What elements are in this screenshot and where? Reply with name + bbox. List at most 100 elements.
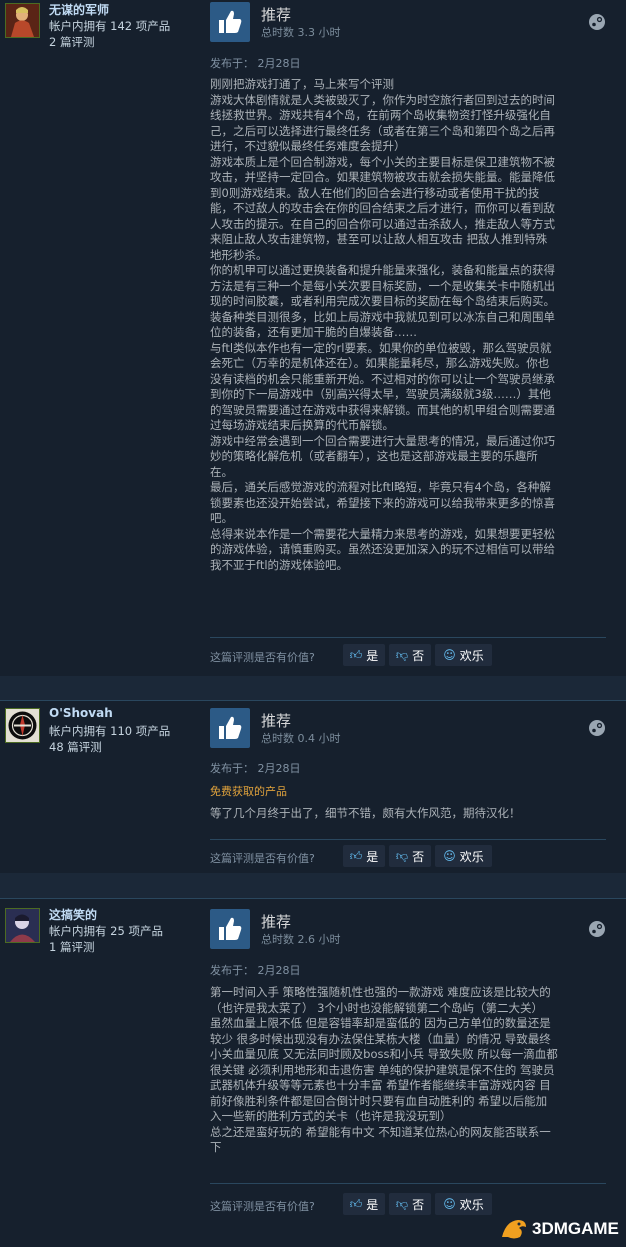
review-text-line: 前好像胜利条件都是回合倒计时只要有血自动胜利的 希望以后能加 [210, 1093, 548, 1108]
vote-yes-button[interactable]: 👍︎ 是 [343, 644, 385, 666]
avatar[interactable] [5, 708, 40, 743]
helpful-question: 这篇评测是否有价值? [210, 651, 315, 664]
review-text-line: 位的装备，还有更加干脆的自爆装备…… [210, 325, 417, 339]
review-text-line: 没有读档的机会只能重新开始。不过相对的你可以让一个驾驶员继承 [210, 371, 555, 386]
review-text: 刚刚把游戏打通了，马上来写个评测 游戏大体剧情就是人类被毁灭了，你作为时空旅行者回… [210, 77, 606, 573]
review-text: 等了几个月终于出了，细节不错，颇有大作风范，期待汉化！ [210, 806, 606, 822]
review-text-line: 总之还是蛮好玩的 希望能有中文 不知道某位热心的网友能否联系一 [210, 1124, 551, 1139]
review-text-line: 入一些新的胜利方式的关卡（也许是我没玩到） [210, 1109, 452, 1123]
review-count[interactable]: 48 篇评测 [49, 739, 102, 755]
vote-no-label: 否 [412, 648, 425, 663]
products-owned: 帐户内拥有 142 项产品 [49, 19, 171, 33]
reviewer-name[interactable]: 无谋的军师 [49, 1, 109, 18]
avatar[interactable] [5, 908, 40, 943]
recommendation-label[interactable]: 推荐 [261, 911, 291, 932]
review-text-line: 总得来说本作是一个需要花大量精力来思考的游戏，如果想要更轻松 [210, 526, 555, 541]
review-text-line: 与ftl类似本作也有一定的rl要素。如果你的单位被毁，那么驾驶员就 [210, 340, 552, 355]
posted-date: 发布于： 2月28日 [210, 964, 301, 977]
thumbs-up-icon: 👍︎ [349, 1196, 363, 1211]
review-card-3: 这搞笑的 帐户内拥有 25 项产品 1 篇评测 推荐 总时数 2.6 小时 发布… [0, 899, 626, 1247]
thumbs-up-box [210, 909, 250, 949]
products-owned: 帐户内拥有 25 项产品 [49, 924, 163, 938]
review-card-1: 无谋的军师 帐户内拥有 142 项产品 2 篇评测 推荐 总时数 3.3 小时 … [0, 0, 626, 676]
smiley-icon: ☺ [443, 648, 456, 662]
review-text-line: 虽然血量上限不低 但是容错率却是蛮低的 因为己方单位的数量还是 [210, 1016, 551, 1030]
review-text-line: 最后，通关后感觉游戏的流程对比ftl略短，毕竟只有4个岛，各种解 [210, 480, 551, 494]
review-text-line: 你的机甲可以通过更换装备和提升能量来强化，装备和能量点的获得 [210, 263, 555, 277]
vote-funny-button[interactable]: ☺ 欢乐 [435, 644, 492, 666]
review-text-line: 吧。 [210, 511, 233, 525]
review-card-2: O'Shovah 帐户内拥有 110 项产品 48 篇评测 推荐 总时数 0.4… [0, 701, 626, 873]
thumbs-up-box [210, 2, 250, 42]
avatar[interactable] [5, 3, 40, 38]
products-owned: 帐户内拥有 110 项产品 [49, 724, 171, 738]
divider [210, 637, 606, 638]
smiley-icon: ☺ [443, 1197, 456, 1211]
vote-funny-button[interactable]: ☺ 欢乐 [435, 1193, 492, 1215]
vote-no-button[interactable]: 👎︎ 否 [389, 1193, 431, 1215]
vote-funny-label: 欢乐 [459, 648, 484, 663]
steam-icon [589, 921, 605, 937]
review-text-line: 游戏本质上是个回合制游戏，每个小关的主要目标是保卫建筑物不被 [210, 154, 555, 169]
vote-yes-label: 是 [366, 849, 379, 864]
review-text-line: 到0则游戏结束。敌人在他们的回合会进行移动或者使用干扰的技 [210, 185, 540, 200]
review-text-line: 第一时间入手 策略性强随机性也强的一款游戏 难度应该是比较大的 [210, 985, 551, 999]
vote-yes-button[interactable]: 👍︎ 是 [343, 1193, 385, 1215]
review-text-line: 线拯救世界。游戏共有4个岛，在前两个岛收集物资打怪升级强化自 [210, 108, 551, 122]
review-text-line: 地形秒杀。 [210, 247, 268, 262]
review-text-line: 妙的策略化解危机（或者翻车），这也是这部游戏最主要的乐趣所 [210, 449, 538, 463]
thumbs-down-icon: 👎︎ [395, 1196, 409, 1211]
vote-no-button[interactable]: 👎︎ 否 [389, 845, 431, 867]
vote-no-button[interactable]: 👎︎ 否 [389, 644, 431, 666]
playtime-hours: 总时数 3.3 小时 [261, 26, 341, 39]
recommendation-label[interactable]: 推荐 [261, 4, 291, 25]
helpful-question: 这篇评测是否有价值? [210, 852, 315, 865]
review-text-line: 较少 很多时候出现没有办法保住某栋大楼（血量）的情况 导致最终 [210, 1031, 551, 1046]
review-text-line: 刚刚把游戏打通了，马上来写个评测 [210, 77, 394, 91]
avatar-image [6, 4, 39, 37]
divider [210, 1183, 606, 1184]
dragon-logo-icon [502, 1220, 526, 1239]
thumbs-up-icon: 👍︎ [349, 848, 363, 863]
reviewer-name[interactable]: 这搞笑的 [49, 906, 97, 923]
review-text-line: 会死亡（万幸的是机体还在）。如果能量耗尽，那么游戏失败。你也 [210, 356, 550, 370]
review-text-line: 人攻击的提示。在自己的回合你可以通过击杀敌人，推走敌人等方式 [210, 216, 555, 231]
review-text-line: 攻击，并坚持一定回合。如果建筑物被攻击就会损失能量。能量降低 [210, 170, 555, 184]
review-text-line: 武器机体升级等等元素也十分丰富 希望作者能继续丰富游戏内容 目 [210, 1078, 551, 1092]
review-text-line: 在。 [210, 464, 233, 479]
free-product-tag: 免费获取的产品 [210, 785, 287, 798]
vote-yes-button[interactable]: 👍︎ 是 [343, 845, 385, 867]
vote-funny-label: 欢乐 [459, 1197, 484, 1212]
playtime-hours: 总时数 0.4 小时 [261, 732, 341, 745]
smiley-icon: ☺ [443, 849, 456, 863]
review-text-line: 锁要素也还没开始尝试，希望接下来的游戏可以给我带来更多的惊喜 [210, 495, 555, 510]
review-text-line: 游戏大体剧情就是人类被毁灭了，你作为时空旅行者回到过去的时间 [210, 92, 555, 107]
review-count[interactable]: 1 篇评测 [49, 939, 94, 955]
reviewer-name[interactable]: O'Shovah [49, 706, 113, 720]
review-text-line: 下 [210, 1140, 222, 1154]
helpful-question: 这篇评测是否有价值? [210, 1200, 315, 1213]
review-text-line: 现的时间胶囊，或者利用完成次要目标的奖励在每个岛结束后购买。 [210, 294, 555, 308]
review-text-line: 等了几个月终于出了，细节不错，颇有大作风范，期待汉化！ [210, 806, 521, 820]
site-watermark: 3DMGAME [500, 1216, 622, 1242]
avatar-image [6, 709, 39, 742]
posted-date: 发布于： 2月28日 [210, 57, 301, 70]
vote-yes-label: 是 [366, 648, 379, 663]
vote-yes-label: 是 [366, 1197, 379, 1212]
thumbs-down-icon: 👎︎ [395, 848, 409, 863]
review-text: 第一时间入手 策略性强随机性也强的一款游戏 难度应该是比较大的 （也许是我太菜了）… [210, 985, 606, 1156]
thumbs-up-icon: 👍︎ [349, 647, 363, 662]
review-text-line: 己，之后可以选择进行最终任务（或者在第三个岛和第四个岛之后再 [210, 123, 555, 138]
vote-no-label: 否 [412, 1197, 425, 1212]
thumbs-up-icon [219, 716, 242, 739]
review-count[interactable]: 2 篇评测 [49, 34, 94, 50]
vote-funny-button[interactable]: ☺ 欢乐 [435, 845, 492, 867]
review-text-line: 到你的下一局游戏中（别高兴得太早，驾驶员满级就3级……）其他 [210, 387, 551, 401]
review-text-line: 很关键 必须利用地形和击退伤害 单纯的保护建筑是保不住的 驾驶员 [210, 1062, 555, 1077]
vote-funny-label: 欢乐 [459, 849, 484, 864]
recommendation-label[interactable]: 推荐 [261, 710, 291, 731]
posted-date: 发布于： 2月28日 [210, 762, 301, 775]
review-text-line: 游戏中经常会遇到一个回合需要进行大量思考的情况，最后通过你巧 [210, 433, 555, 448]
thumbs-up-icon [219, 917, 242, 940]
steam-icon [589, 720, 605, 736]
